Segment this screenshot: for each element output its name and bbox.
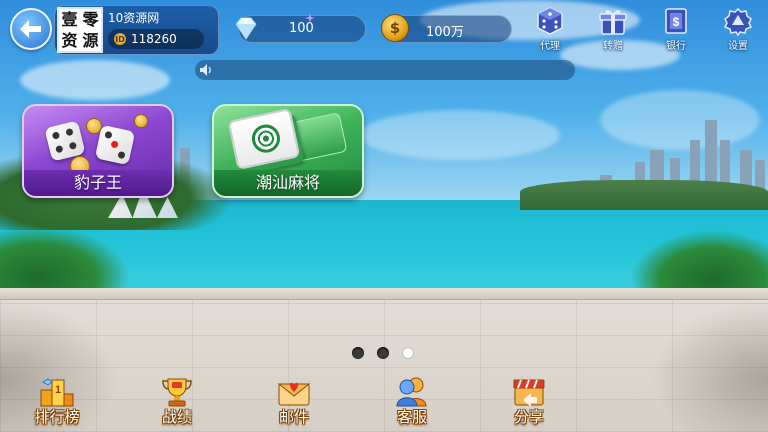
share-label: 分享 <box>513 408 544 426</box>
settings-label: 设置 <box>728 41 748 52</box>
page-dot[interactable] <box>377 347 389 359</box>
player-name: 10资源网 <box>108 11 160 25</box>
dice-icon <box>537 7 563 35</box>
avatar-char: 壹 <box>61 9 78 29</box>
back-button[interactable] <box>10 8 52 50</box>
nav-customer-service[interactable]: 客服 <box>380 376 444 430</box>
railing <box>0 288 768 300</box>
ranking-icon: 1 <box>40 378 74 407</box>
share-icon <box>513 379 545 407</box>
nav-records[interactable]: 战绩 <box>145 376 209 430</box>
records-label: 战绩 <box>161 408 192 426</box>
svg-text:$: $ <box>673 15 680 29</box>
customer-service-icon <box>396 377 427 407</box>
speaker-icon <box>200 64 211 76</box>
trophy-icon <box>162 378 192 407</box>
svg-text:1: 1 <box>55 384 61 396</box>
nav-share[interactable]: 分享 <box>497 376 561 430</box>
nav-ranking[interactable]: 1 排行榜 <box>25 376 89 430</box>
diamond-sparkle-icon <box>305 13 315 23</box>
mail-icon <box>277 382 311 406</box>
settings-button[interactable]: 设置 <box>718 6 758 52</box>
game-card-chaoshan-mahjong[interactable]: 潮汕麻将 <box>212 104 364 198</box>
mail-label: 邮件 <box>278 408 309 426</box>
avatar-char: 零 <box>82 9 99 29</box>
agent-label: 代理 <box>540 41 560 52</box>
gift-label: 转赠 <box>603 41 623 52</box>
id-icon: ID <box>114 33 126 45</box>
game-card-baozi-wang[interactable]: 豹子王 <box>22 104 174 198</box>
agent-button[interactable]: 代理 <box>530 6 570 52</box>
gold-coin-icon: $ <box>381 14 409 42</box>
page-dot-active[interactable] <box>402 347 414 359</box>
announcement-bar <box>195 60 575 80</box>
ranking-label: 排行榜 <box>34 408 80 426</box>
bank-label: 银行 <box>666 41 686 52</box>
avatar-char: 源 <box>82 30 99 50</box>
gear-icon <box>723 7 753 36</box>
island-right <box>520 180 768 210</box>
game-title: 潮汕麻将 <box>214 170 362 196</box>
player-id-pill: ID 118260 <box>108 29 204 49</box>
bank-button[interactable]: $ 银行 <box>656 6 696 52</box>
bank-icon: $ <box>665 8 687 34</box>
diamond-icon <box>235 17 257 40</box>
gift-icon <box>599 10 627 35</box>
game-title: 豹子王 <box>24 170 172 196</box>
avatar-char: 资 <box>61 30 78 50</box>
avatar[interactable]: 壹 零 资 源 <box>57 7 103 53</box>
gift-button[interactable]: 转赠 <box>593 6 633 52</box>
nav-mail[interactable]: 邮件 <box>262 376 326 430</box>
player-id-value: 118260 <box>131 32 177 46</box>
customer-service-label: 客服 <box>396 408 427 426</box>
diamond-value: 100 <box>289 21 314 36</box>
gold-value: 100万 <box>426 25 464 40</box>
back-arrow-icon <box>20 20 41 38</box>
page-dot[interactable] <box>352 347 364 359</box>
